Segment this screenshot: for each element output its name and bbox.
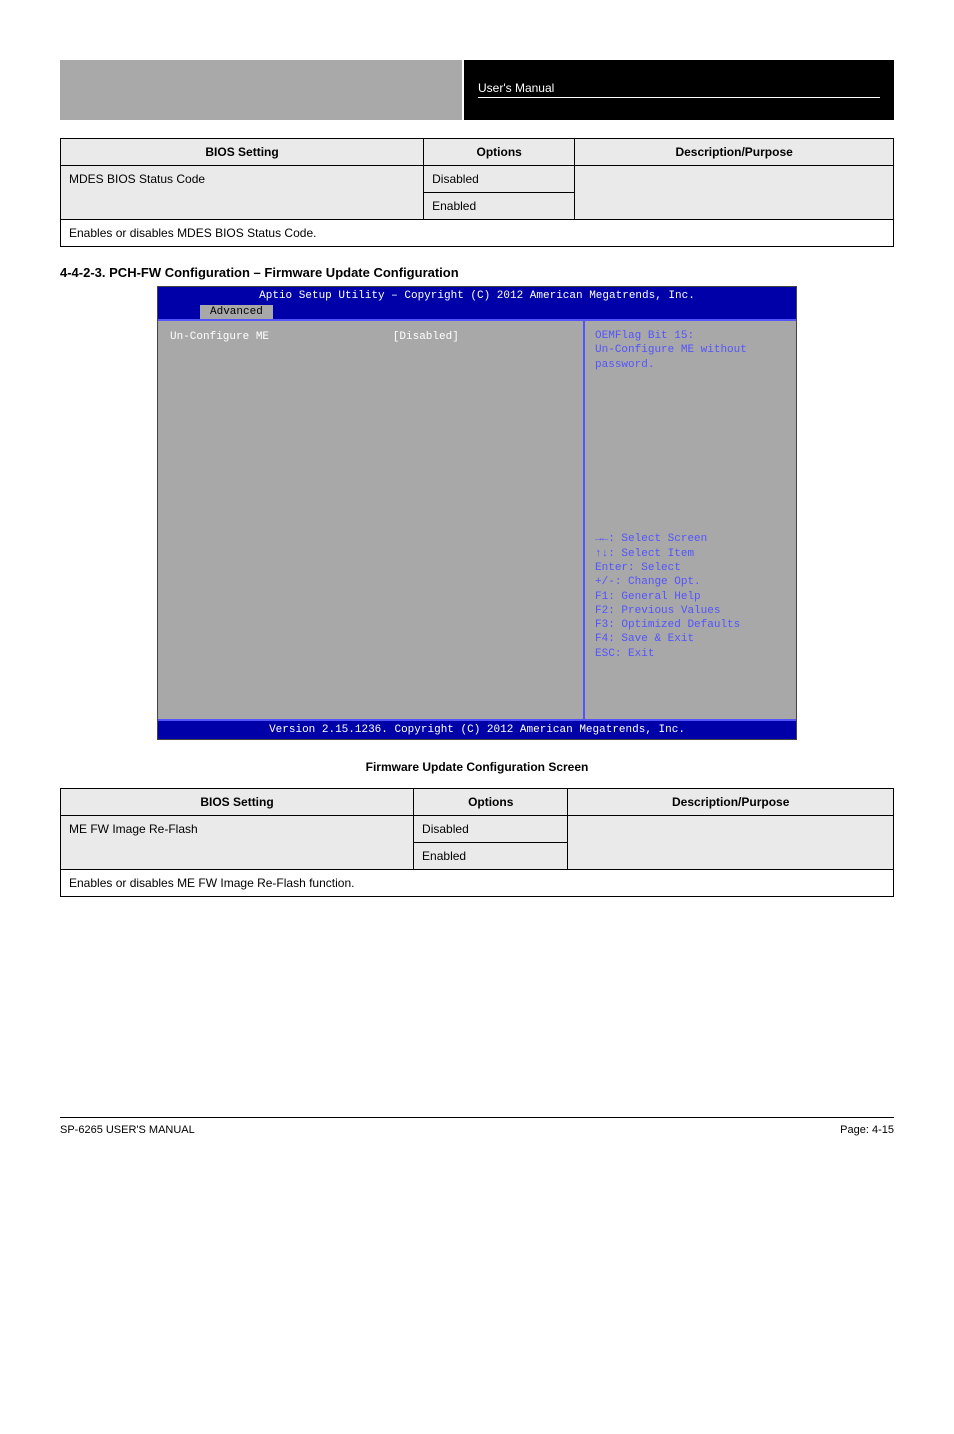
t1-opt1: Disabled [424, 166, 575, 193]
bios-help-3: password. [595, 358, 786, 372]
footer-left: SP-6265 USER'S MANUAL [60, 1124, 195, 1136]
t1-opt2: Enabled [424, 193, 575, 220]
bios-key-5: F2: Previous Values [595, 604, 786, 618]
header-line1: User's Manual [478, 81, 880, 98]
section-title: 4-4-2-3. PCH-FW Configuration – Firmware… [60, 265, 894, 280]
bios-help-2: Un-Configure ME without [595, 343, 786, 357]
screenshot-caption: Firmware Update Configuration Screen [60, 760, 894, 774]
t1-row-label: MDES BIOS Status Code [61, 166, 424, 220]
bios-key-7: F4: Save & Exit [595, 632, 786, 646]
t2-opt2: Enabled [414, 843, 568, 870]
bios-left-pane: Un-Configure ME [Disabled] [158, 321, 583, 719]
t1-header-options: Options [424, 139, 575, 166]
t2-header-setting: BIOS Setting [61, 789, 414, 816]
bios-key-2: Enter: Select [595, 561, 786, 575]
bios-screenshot: Aptio Setup Utility – Copyright (C) 2012… [157, 286, 797, 740]
bios-key-1: ↑↓: Select Item [595, 547, 786, 561]
bios-item-value: [Disabled] [393, 331, 571, 343]
bios-key-legend: →←: Select Screen ↑↓: Select Item Enter:… [595, 532, 786, 661]
t1-header-desc: Description/Purpose [575, 139, 894, 166]
bios-key-0: →←: Select Screen [595, 532, 786, 546]
options-table-2: BIOS Setting Options Description/Purpose… [60, 788, 894, 897]
t2-desc: Enables or disables ME FW Image Re-Flash… [61, 870, 894, 897]
bios-body: Un-Configure ME [Disabled] OEMFlag Bit 1… [158, 319, 796, 719]
t2-opt1: Disabled [414, 816, 568, 843]
t1-desc: Enables or disables MDES BIOS Status Cod… [61, 220, 894, 247]
bios-right-pane: OEMFlag Bit 15: Un-Configure ME without … [583, 321, 796, 719]
page-header: User's Manual [60, 60, 894, 120]
bios-key-4: F1: General Help [595, 590, 786, 604]
header-left-block [60, 60, 464, 120]
bios-key-8: ESC: Exit [595, 647, 786, 661]
footer-right: Page: 4-15 [840, 1124, 894, 1136]
t2-desc-placeholder [568, 816, 894, 870]
t1-desc-placeholder [575, 166, 894, 220]
bios-bottom-bar: Version 2.15.1236. Copyright (C) 2012 Am… [158, 719, 796, 739]
t2-header-options: Options [414, 789, 568, 816]
t1-header-setting: BIOS Setting [61, 139, 424, 166]
bios-key-3: +/-: Change Opt. [595, 575, 786, 589]
t2-row-label: ME FW Image Re-Flash [61, 816, 414, 870]
bios-title-bar: Aptio Setup Utility – Copyright (C) 2012… [158, 287, 796, 305]
bios-help-text: OEMFlag Bit 15: Un-Configure ME without … [595, 329, 786, 372]
header-right-block: User's Manual [464, 60, 894, 120]
bios-key-6: F3: Optimized Defaults [595, 618, 786, 632]
t2-header-desc: Description/Purpose [568, 789, 894, 816]
bios-item-name: Un-Configure ME [170, 331, 393, 343]
options-table-1: BIOS Setting Options Description/Purpose… [60, 138, 894, 247]
page-footer: SP-6265 USER'S MANUAL Page: 4-15 [60, 1117, 894, 1136]
bios-tab-advanced[interactable]: Advanced [200, 305, 273, 319]
bios-help-1: OEMFlag Bit 15: [595, 329, 786, 343]
bios-setting-row[interactable]: Un-Configure ME [Disabled] [170, 331, 571, 343]
bios-tab-row: Advanced [158, 305, 796, 319]
